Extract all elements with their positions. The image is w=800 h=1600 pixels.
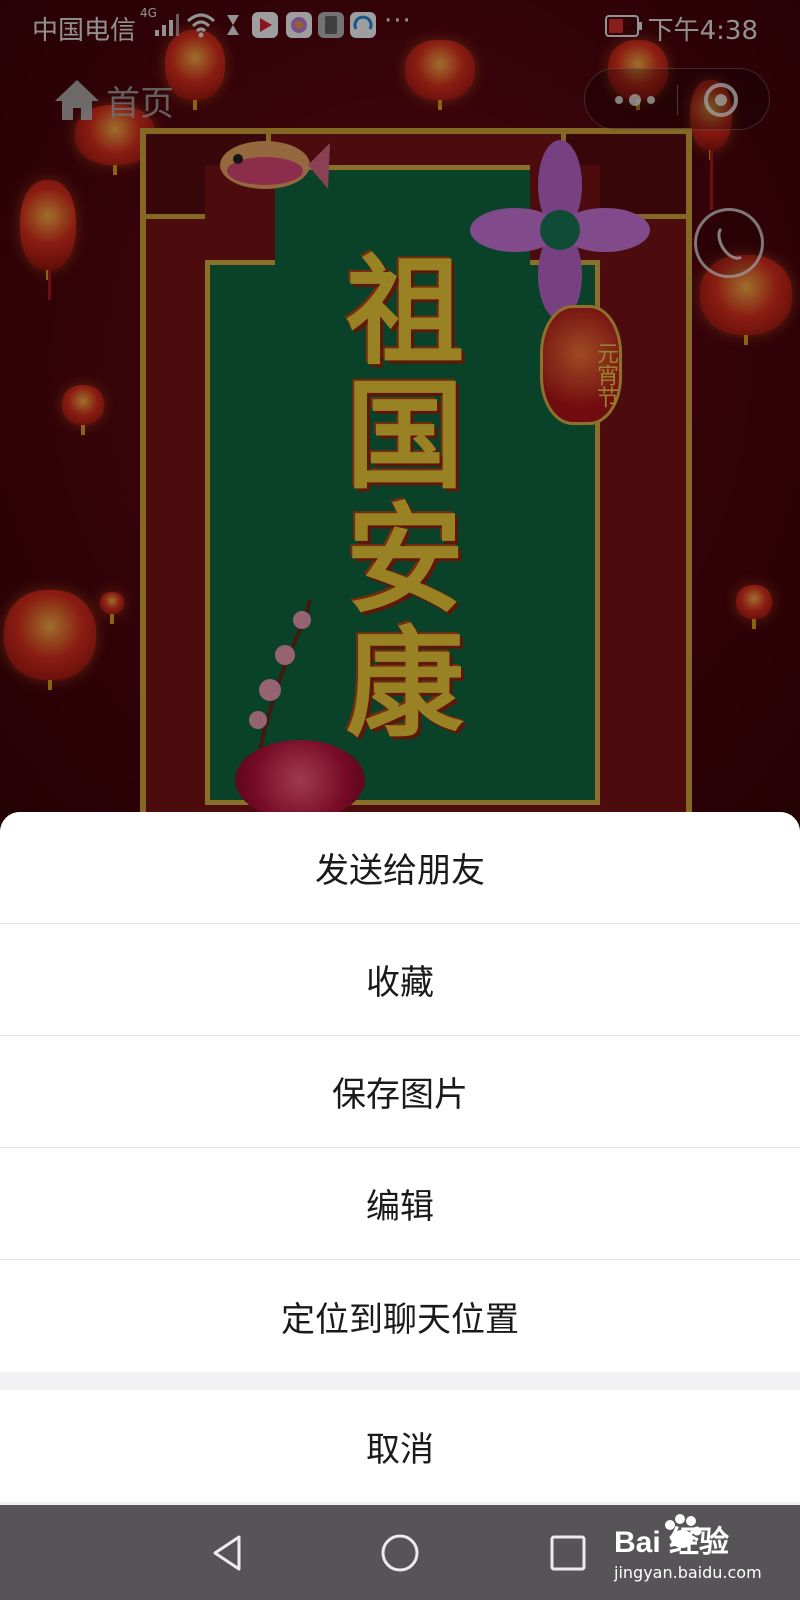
action-sheet: 发送给朋友 收藏 保存图片 编辑 定位到聊天位置 取消 [0, 812, 800, 1505]
send-to-friend-button[interactable]: 发送给朋友 [0, 812, 800, 924]
system-navigation-bar: Bai 经验 jingyan.baidu.com [0, 1505, 800, 1600]
home-circle-icon[interactable] [378, 1531, 422, 1575]
back-triangle-icon[interactable] [205, 1531, 249, 1575]
locate-in-chat-button[interactable]: 定位到聊天位置 [0, 1260, 800, 1372]
favorite-button[interactable]: 收藏 [0, 924, 800, 1036]
edit-button[interactable]: 编辑 [0, 1148, 800, 1260]
recent-apps-icon[interactable] [548, 1533, 588, 1573]
watermark-url: jingyan.baidu.com [614, 1563, 762, 1582]
cancel-button[interactable]: 取消 [0, 1390, 800, 1502]
baidu-paw-icon [665, 1514, 702, 1548]
save-image-button[interactable]: 保存图片 [0, 1036, 800, 1148]
sheet-separator [0, 1372, 800, 1390]
